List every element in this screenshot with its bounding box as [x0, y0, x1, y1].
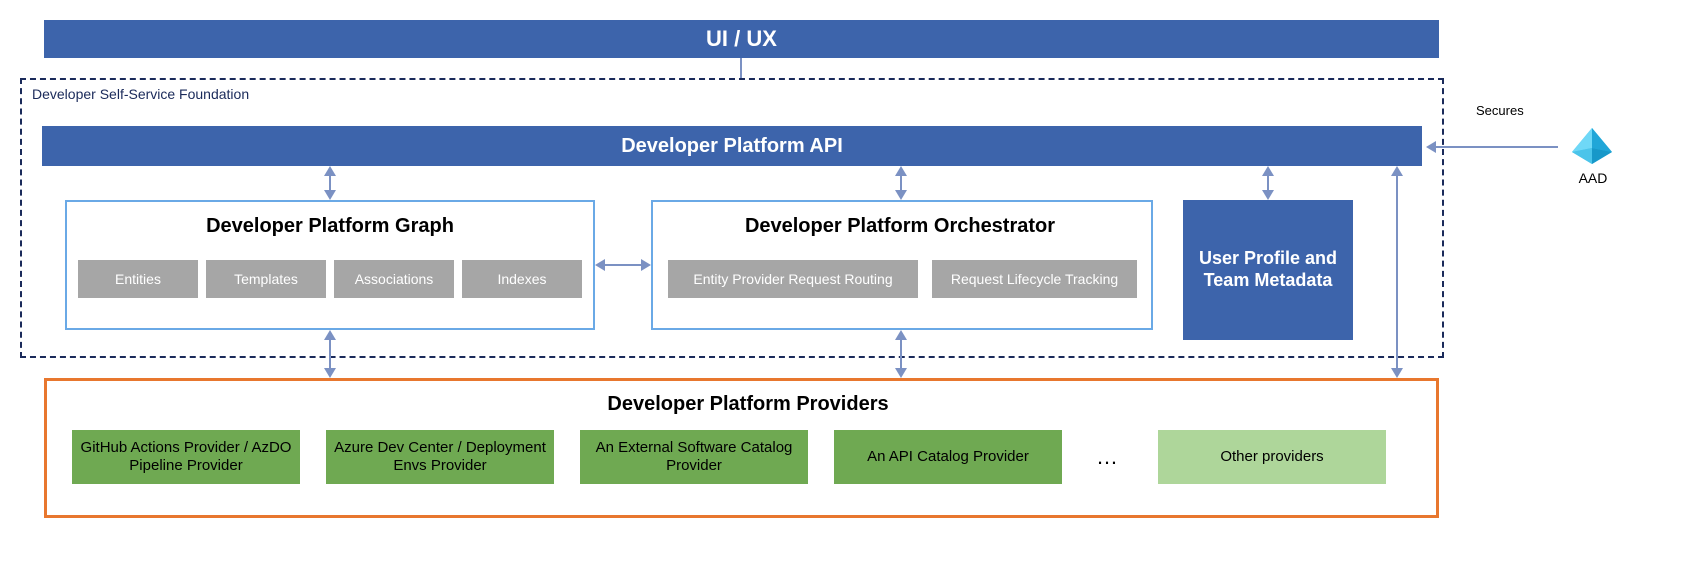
- provider-other: Other providers: [1158, 430, 1386, 484]
- graph-item-indexes: Indexes: [462, 260, 582, 298]
- arrow-orch-providers-up: [895, 330, 907, 340]
- arrow-aad-api: [1434, 146, 1558, 148]
- graph-item-label: Templates: [234, 271, 298, 287]
- arrow-orch-providers: [900, 338, 902, 370]
- user-profile-label: User Profile and Team Metadata: [1191, 248, 1345, 291]
- arrow-api-providers-down: [1391, 368, 1403, 378]
- arrow-graph-orch: [603, 264, 643, 266]
- secures-label: Secures: [1476, 103, 1524, 118]
- arrow-orch-providers-down: [895, 368, 907, 378]
- graph-item-label: Indexes: [497, 271, 546, 287]
- providers-ellipsis: …: [1096, 444, 1118, 470]
- arrow-aad-api-head: [1426, 141, 1436, 153]
- graph-title: Developer Platform Graph: [160, 215, 500, 238]
- uiux-bar: UI / UX: [44, 20, 1439, 58]
- arrow-api-orch-up: [895, 166, 907, 176]
- provider-label: An External Software Catalog Provider: [584, 439, 804, 475]
- aad-icon: [1568, 126, 1616, 166]
- orch-item-label: Request Lifecycle Tracking: [951, 271, 1118, 287]
- graph-item-entities: Entities: [78, 260, 198, 298]
- graph-item-associations: Associations: [334, 260, 454, 298]
- graph-item-templates: Templates: [206, 260, 326, 298]
- api-bar: Developer Platform API: [42, 126, 1422, 166]
- arrow-graph-providers: [329, 338, 331, 370]
- orchestrator-title: Developer Platform Orchestrator: [720, 215, 1080, 238]
- orch-item-label: Entity Provider Request Routing: [693, 271, 892, 287]
- arrow-api-orch-down: [895, 190, 907, 200]
- provider-label: An API Catalog Provider: [867, 448, 1029, 466]
- provider-catalog: An External Software Catalog Provider: [580, 430, 808, 484]
- diagram-canvas: UI / UX Developer Self-Service Foundatio…: [0, 0, 1707, 578]
- arrow-api-graph-down: [324, 190, 336, 200]
- foundation-label: Developer Self-Service Foundation: [32, 86, 249, 102]
- arrow-api-providers: [1396, 174, 1398, 370]
- aad-label: AAD: [1578, 170, 1608, 186]
- graph-item-label: Associations: [355, 271, 434, 287]
- arrow-api-providers-up: [1391, 166, 1403, 176]
- user-profile-box: User Profile and Team Metadata: [1183, 200, 1353, 340]
- arrow-graph-orch-left: [595, 259, 605, 271]
- arrow-graph-providers-down: [324, 368, 336, 378]
- arrow-api-graph-up: [324, 166, 336, 176]
- uiux-label: UI / UX: [706, 26, 777, 52]
- providers-title: Developer Platform Providers: [548, 393, 948, 416]
- graph-item-label: Entities: [115, 271, 161, 287]
- provider-label: GitHub Actions Provider / AzDO Pipeline …: [76, 439, 296, 475]
- provider-label: Other providers: [1220, 448, 1323, 466]
- api-label: Developer Platform API: [621, 135, 843, 158]
- arrow-graph-orch-right: [641, 259, 651, 271]
- provider-api-catalog: An API Catalog Provider: [834, 430, 1062, 484]
- arrow-api-profile-up: [1262, 166, 1274, 176]
- arrow-graph-providers-up: [324, 330, 336, 340]
- provider-label: Azure Dev Center / Deployment Envs Provi…: [330, 439, 550, 475]
- arrow-api-profile-down: [1262, 190, 1274, 200]
- orch-item-routing: Entity Provider Request Routing: [668, 260, 918, 298]
- provider-devcenter: Azure Dev Center / Deployment Envs Provi…: [326, 430, 554, 484]
- provider-github: GitHub Actions Provider / AzDO Pipeline …: [72, 430, 300, 484]
- orch-item-lifecycle: Request Lifecycle Tracking: [932, 260, 1137, 298]
